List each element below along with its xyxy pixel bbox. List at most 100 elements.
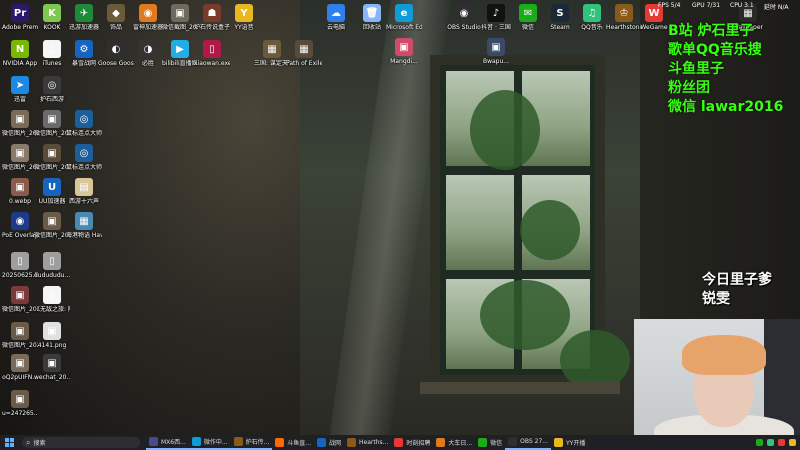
desktop-shortcut[interactable]: ▣ 4141.png	[34, 322, 70, 349]
desktop-shortcut[interactable]: ▣ wechat_20...	[34, 354, 70, 381]
taskbar-app-button[interactable]: 时刻招聘	[391, 435, 433, 450]
shortcut-label: 微信截图_2024071...	[162, 24, 198, 31]
shortcut-label: oQ2pUIFN...	[2, 374, 38, 381]
shortcut-label: 微信	[521, 24, 534, 31]
desktop-shortcut[interactable]: ▦ 海港物语 Havendock	[66, 212, 102, 239]
desktop-shortcut[interactable]: ▣ 微信图片_2025073...	[34, 212, 70, 239]
yy-tray-icon[interactable]	[789, 439, 796, 446]
shortcut-label: 微信图片_2025072...	[34, 130, 70, 137]
desktop-shortcut[interactable]: ▣ 微信图片_2025062...	[2, 286, 38, 313]
desktop-shortcut[interactable]: ▣ 0.webp	[2, 178, 38, 205]
webcam-feed	[634, 319, 800, 435]
desktop-shortcut[interactable]: U UU加速器	[34, 178, 70, 205]
wechat-tray-icon[interactable]	[756, 439, 763, 446]
shortcut-icon: ◎	[75, 144, 93, 162]
shortcut-icon: Pr	[11, 4, 29, 22]
latency-readout: 延时 N/A	[764, 4, 789, 11]
desktop-shortcut[interactable]: ▯ 《无敌之旅: 降临》预先...	[34, 286, 70, 313]
desktop-shortcut[interactable]: ▣ u=247265...	[2, 390, 38, 417]
desktop-shortcut[interactable]: ▣ 微信图片_2025072...	[2, 110, 38, 137]
shortcut-label: 必胜	[141, 60, 154, 67]
desktop-shortcut[interactable]: ◉ OBS Studio	[446, 4, 482, 31]
desktop-shortcut[interactable]: ▦ Path of Exile 2	[286, 40, 322, 67]
shortcut-icon: ▣	[11, 178, 29, 196]
wegame-tray-icon[interactable]	[778, 439, 785, 446]
desktop-shortcut[interactable]: ▣ oQ2pUIFN...	[2, 354, 38, 381]
desktop-shortcut[interactable]: e Microsoft Edge	[386, 4, 422, 31]
desktop-shortcut[interactable]: ▤ 西游十六声	[66, 178, 102, 205]
shortcut-icon: ◆	[107, 4, 125, 22]
desktop-shortcut[interactable]: ▣ 微信图片_2025072...	[34, 144, 70, 171]
taskbar-app-label: YY开播	[565, 440, 586, 447]
shortcut-label: 微信图片_2025091...	[2, 342, 38, 349]
desktop-shortcut[interactable]: ▣ 微信截图_2024071...	[162, 4, 198, 31]
desktop-shortcut[interactable]: ▶ bilibili直播姬 捷方式	[162, 40, 198, 67]
taskbar-app-button[interactable]: 斗鱼直...	[272, 435, 314, 450]
shortcut-icon: ▣	[11, 390, 29, 408]
desktop-shortcut[interactable]: ▣ 微信图片_2025072...	[2, 144, 38, 171]
taskbar-app-button[interactable]: 大车日...	[433, 435, 475, 450]
desktop-shortcut[interactable]: ▯ xiaowan.exe - 快捷方式	[194, 40, 230, 67]
app-icon	[478, 438, 488, 447]
taskbar-app-button[interactable]: MX6西...	[146, 435, 189, 450]
start-button[interactable]	[2, 435, 16, 450]
desktop-shortcut[interactable]: ♪ 抖音 · 三国	[478, 4, 514, 31]
shortcut-label: OBS Studio	[447, 24, 481, 31]
app-icon	[553, 438, 563, 447]
desktop-shortcut[interactable]: ☁ 云电脑	[318, 4, 354, 31]
desktop-shortcut[interactable]: ◎ 鼠标连点大师	[66, 144, 102, 171]
desktop-shortcut[interactable]: ◉ PoE Overlay II Standal...	[2, 212, 38, 239]
shortcut-label: Adobe Premie...	[2, 24, 38, 31]
desktop-shortcut[interactable]: ▯ dudududu...	[34, 252, 70, 279]
desktop-shortcut[interactable]: ▯ 20250625.kx	[2, 252, 38, 279]
desktop-shortcut[interactable]: 🗑 回收站	[354, 4, 390, 31]
desktop-shortcut[interactable]: K KOOK	[34, 4, 70, 31]
system-tray	[756, 439, 800, 446]
taskbar-app-button[interactable]: Hearths...	[344, 435, 391, 450]
qqmusic-tray-icon[interactable]	[767, 439, 774, 446]
taskbar-app-label: 战网	[329, 440, 342, 447]
shortcut-icon: ▣	[43, 144, 61, 162]
desktop-shortcut[interactable]: ➤ 迅雷	[2, 76, 38, 103]
desktop-shortcut[interactable]: ▣ Mangdi...	[386, 38, 422, 65]
desktop-shortcut[interactable]: ◑ 必胜	[130, 40, 166, 67]
shortcut-label: Microsoft Edge	[386, 24, 422, 31]
desktop-shortcut[interactable]: ♫ iTunes	[34, 40, 70, 67]
shortcut-icon: ▣	[11, 354, 29, 372]
overlay-line-champion: 锐雯	[702, 291, 730, 307]
shortcut-icon: ⚙	[75, 40, 93, 58]
desktop-shortcut[interactable]: ▣ 微信图片_2025072...	[34, 110, 70, 137]
shortcut-icon: 🗑	[363, 4, 381, 22]
taskbar-app-button[interactable]: 炉石传...	[230, 435, 273, 450]
shortcut-label: 迅雷	[13, 96, 26, 103]
desktop-shortcut[interactable]: ▣ 微信图片_2025091...	[2, 322, 38, 349]
taskbar-search-box[interactable]: ⌕ 搜索	[22, 437, 140, 448]
shortcut-label: 《无敌之旅: 降临》预先...	[34, 306, 70, 313]
shortcut-icon: e	[395, 4, 413, 22]
desktop-shortcut[interactable]: ▦ 三国: 谋定天下	[254, 40, 290, 67]
desktop-shortcut[interactable]: Y YY语音	[226, 4, 262, 31]
overlay-line-wechat: 微信 lawar2016	[668, 99, 784, 115]
taskbar-app-button[interactable]: YY开播	[551, 435, 588, 450]
taskbar-app-button[interactable]: 微作中...	[188, 435, 231, 450]
desktop-shortcut[interactable]: ◆ 饰品	[98, 4, 134, 31]
desktop-shortcut[interactable]: ◐ Goose Goose Duck	[98, 40, 134, 67]
desktop-shortcut[interactable]: N NVIDIA App	[2, 40, 38, 67]
taskbar-app-button[interactable]: 战网	[314, 435, 344, 450]
app-icon	[275, 438, 285, 447]
desktop-shortcut[interactable]: ☗ 炉石传说盒子	[194, 4, 230, 31]
desktop-shortcut[interactable]: ◎ 护石西游	[34, 76, 70, 103]
desktop-shortcut[interactable]: S Steam	[542, 4, 578, 31]
desktop-shortcut[interactable]: ⚙ 暴雪战网	[66, 40, 102, 67]
desktop-shortcut[interactable]: ✉ 微信	[510, 4, 546, 31]
desktop-shortcut[interactable]: ▣ Bwapu...	[478, 38, 514, 65]
plant-leaves	[470, 90, 540, 170]
desktop-shortcut[interactable]: ◉ 雷神加速器	[130, 4, 166, 31]
taskbar-app-button[interactable]: OBS 27...	[505, 435, 551, 450]
desktop-shortcut[interactable]: Pr Adobe Premie...	[2, 4, 38, 31]
taskbar-app-button[interactable]: 微信	[475, 435, 505, 450]
desktop-shortcut[interactable]: ♫ QQ音乐	[574, 4, 610, 31]
shortcut-icon: ☗	[203, 4, 221, 22]
desktop-shortcut[interactable]: ✈ 迅游加速器	[66, 4, 102, 31]
desktop-shortcut[interactable]: ◎ 鼠标连点大师	[66, 110, 102, 137]
